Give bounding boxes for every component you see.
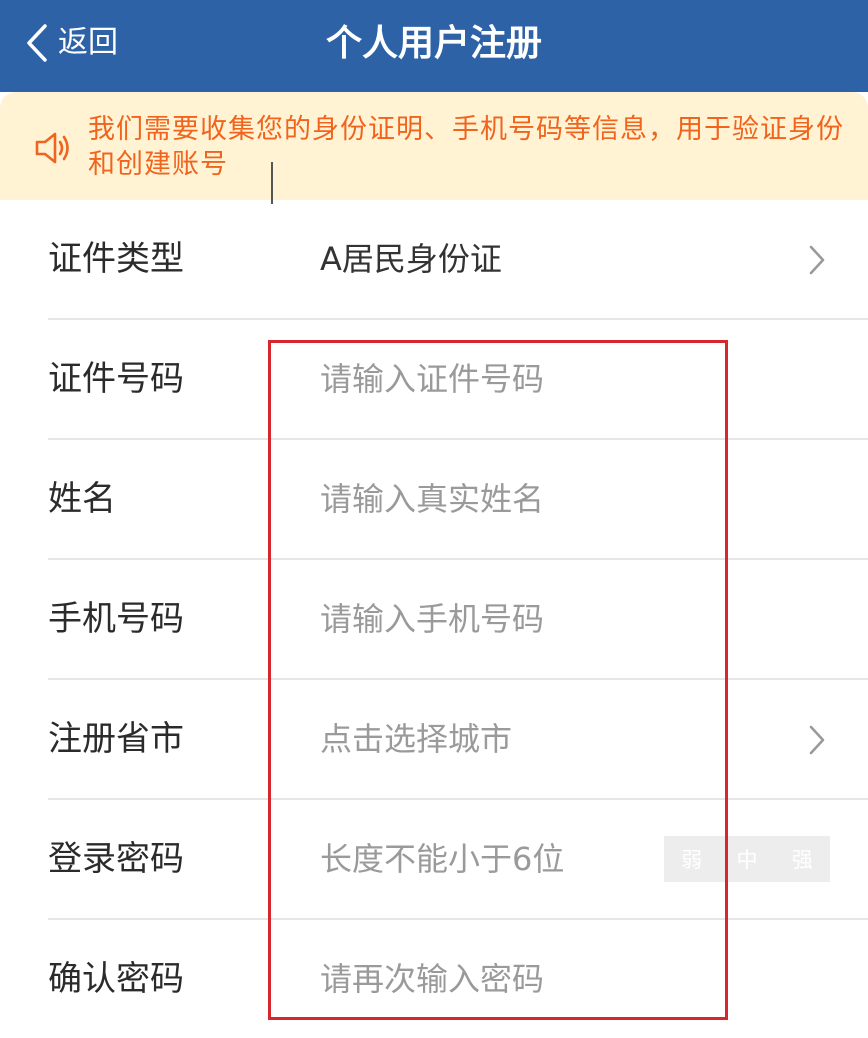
- strength-medium: 中: [736, 848, 758, 872]
- password-row: 登录密码 长度不能小于6位 弱 中 强: [48, 800, 868, 920]
- name-input[interactable]: 请输入真实姓名: [320, 440, 544, 558]
- password-label: 登录密码: [48, 839, 184, 879]
- id-number-label: 证件号码: [48, 359, 184, 399]
- notice-text: 我们需要收集您的身份证明、手机号码等信息，用于验证身份和创建账号: [88, 114, 844, 180]
- phone-label: 手机号码: [48, 599, 184, 639]
- confirm-password-label: 确认密码: [48, 959, 184, 999]
- confirm-password-input[interactable]: 请再次输入密码: [320, 920, 544, 1038]
- chevron-right-icon: [808, 244, 826, 280]
- privacy-notice-banner: 我们需要收集您的身份证明、手机号码等信息，用于验证身份和创建账号: [0, 92, 868, 200]
- chevron-left-icon: [26, 23, 48, 63]
- id-number-row: 证件号码 请输入证件号码: [48, 320, 868, 440]
- city-select[interactable]: 点击选择城市: [320, 680, 512, 798]
- top-navigation-bar: 返回 个人用户注册: [0, 0, 868, 92]
- id-number-input[interactable]: 请输入证件号码: [320, 320, 544, 438]
- name-label: 姓名: [48, 479, 116, 519]
- password-input[interactable]: 长度不能小于6位: [320, 800, 564, 918]
- id-type-select[interactable]: A居民身份证: [320, 200, 502, 318]
- back-label: 返回: [58, 25, 118, 60]
- id-type-row[interactable]: 证件类型 A居民身份证: [48, 200, 868, 320]
- strength-strong: 强: [791, 848, 813, 872]
- chevron-right-icon: [808, 724, 826, 760]
- text-cursor: [271, 162, 273, 204]
- id-type-label: 证件类型: [48, 239, 184, 279]
- phone-row: 手机号码 请输入手机号码: [48, 560, 868, 680]
- name-row: 姓名 请输入真实姓名: [48, 440, 868, 560]
- password-strength-meter: 弱 中 强: [664, 836, 830, 882]
- phone-input[interactable]: 请输入手机号码: [320, 560, 544, 678]
- confirm-password-row: 确认密码 请再次输入密码: [48, 920, 868, 1038]
- province-city-label: 注册省市: [48, 719, 184, 759]
- back-button[interactable]: 返回: [26, 20, 118, 66]
- registration-form: 证件类型 A居民身份证 证件号码 请输入证件号码 姓名 请输入真实姓名 手机号码…: [0, 200, 868, 1038]
- page-title: 个人用户注册: [325, 23, 542, 64]
- strength-weak: 弱: [681, 848, 703, 872]
- speaker-icon: [34, 130, 74, 170]
- province-city-row[interactable]: 注册省市 点击选择城市: [48, 680, 868, 800]
